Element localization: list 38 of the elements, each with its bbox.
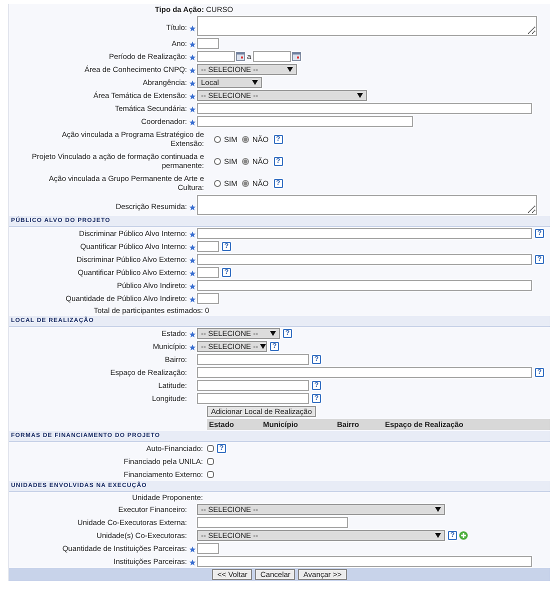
caret-icon: [435, 507, 441, 512]
checkbox[interactable]: [207, 458, 214, 465]
radio-button[interactable]: [214, 158, 221, 164]
text-field[interactable]: [197, 367, 532, 378]
text-area[interactable]: [197, 195, 537, 215]
text-field[interactable]: [197, 556, 532, 567]
caret-icon: [357, 93, 363, 98]
radio-button[interactable]: [214, 136, 221, 142]
caret-icon: [270, 331, 276, 336]
text-field[interactable]: [197, 254, 532, 265]
calendar-icon: [236, 52, 245, 61]
text-field[interactable]: [253, 51, 292, 62]
text-field[interactable]: [197, 103, 532, 114]
text-field[interactable]: [197, 241, 219, 252]
radio-button[interactable]: [242, 158, 250, 164]
text-field[interactable]: [197, 517, 348, 528]
text-field[interactable]: [197, 293, 219, 304]
checkbox[interactable]: [207, 471, 214, 478]
text-field[interactable]: [197, 228, 532, 239]
caret-icon: [435, 533, 441, 538]
calendar-icon: [292, 52, 302, 61]
text-field[interactable]: [197, 38, 219, 49]
text-field[interactable]: [197, 116, 413, 127]
caret-icon: [252, 80, 258, 85]
checkbox[interactable]: [207, 445, 214, 452]
text-field[interactable]: [197, 380, 309, 391]
radio-button[interactable]: [242, 136, 250, 142]
text-area[interactable]: [197, 16, 537, 36]
text-field[interactable]: [197, 280, 532, 291]
text-field[interactable]: [197, 267, 219, 278]
text-field[interactable]: [197, 51, 235, 62]
text-field[interactable]: [197, 393, 309, 404]
text-field[interactable]: [197, 354, 309, 365]
text-field[interactable]: [197, 543, 219, 554]
caret-icon: [260, 344, 266, 349]
radio-button[interactable]: [242, 180, 250, 186]
caret-icon: [287, 67, 293, 72]
radio-button[interactable]: [214, 180, 221, 186]
